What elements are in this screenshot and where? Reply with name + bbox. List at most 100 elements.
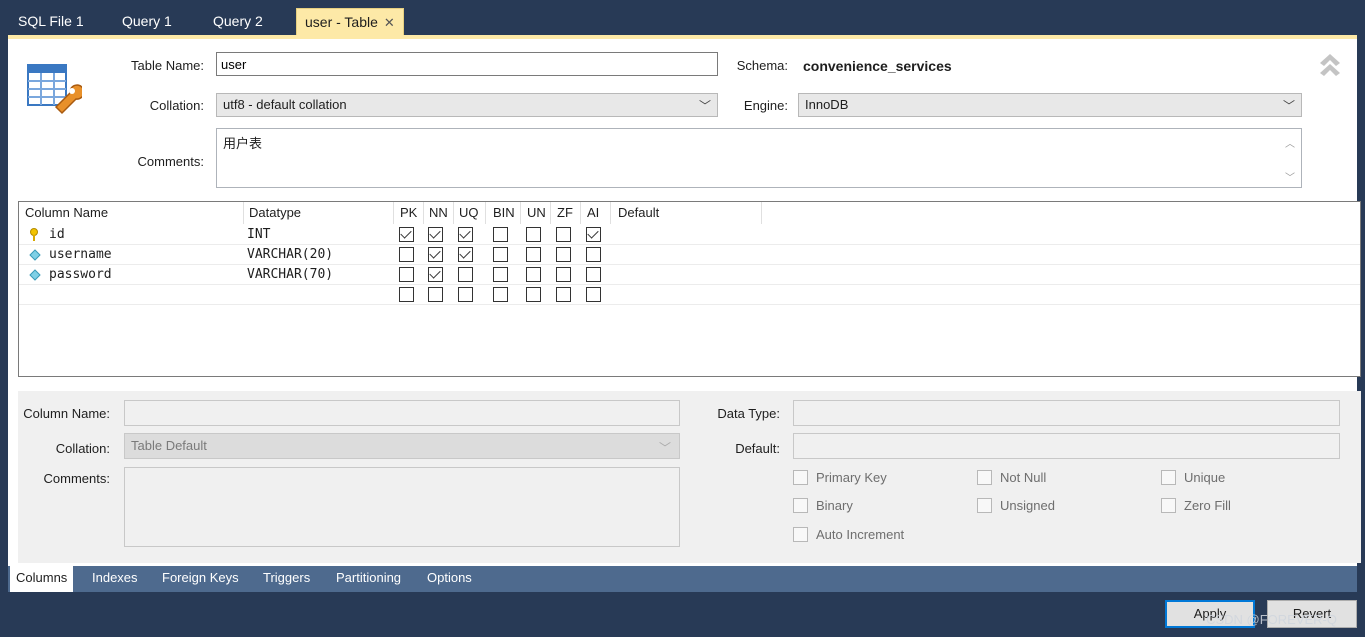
tab-triggers[interactable]: Triggers <box>257 566 316 592</box>
datatype-cell[interactable]: VARCHAR(70) <box>247 267 333 282</box>
checkbox-box <box>977 470 992 485</box>
header-nn[interactable]: NN <box>429 205 448 220</box>
table-row[interactable]: id INT <box>19 225 1360 245</box>
table-row[interactable] <box>19 285 1360 305</box>
comments-value: 用户表 <box>223 136 263 151</box>
table-wrench-icon <box>27 64 82 115</box>
checkbox-box <box>1161 498 1176 513</box>
engine-select[interactable]: InnoDB ﹀ <box>798 93 1302 117</box>
schema-value: convenience_services <box>803 58 952 74</box>
data-type-input[interactable] <box>793 400 1340 426</box>
pk-checkbox[interactable] <box>399 267 414 282</box>
bin-checkbox[interactable] <box>493 267 508 282</box>
engine-value: InnoDB <box>805 97 849 112</box>
header-uq[interactable]: UQ <box>459 205 479 220</box>
primary-key-checkbox[interactable]: Primary Key <box>793 470 887 485</box>
unsigned-checkbox[interactable]: Unsigned <box>977 498 1055 513</box>
tab-sql-file-1[interactable]: SQL File 1 <box>10 8 92 36</box>
header-default[interactable]: Default <box>618 205 659 220</box>
column-name-input[interactable] <box>124 400 680 426</box>
header-column-name[interactable]: Column Name <box>25 205 108 220</box>
zf-checkbox[interactable] <box>556 287 571 302</box>
tab-partitioning[interactable]: Partitioning <box>330 566 407 592</box>
column-name-cell[interactable]: password <box>49 267 112 282</box>
collation-value: utf8 - default collation <box>223 97 347 112</box>
un-checkbox[interactable] <box>526 287 541 302</box>
ai-checkbox[interactable] <box>586 247 601 262</box>
pk-checkbox[interactable] <box>399 247 414 262</box>
tab-label: Triggers <box>263 570 311 585</box>
nn-checkbox[interactable] <box>428 287 443 302</box>
auto-increment-checkbox[interactable]: Auto Increment <box>793 527 904 542</box>
tab-foreign-keys[interactable]: Foreign Keys <box>156 566 245 592</box>
ai-checkbox[interactable] <box>586 267 601 282</box>
tab-label: Query 2 <box>213 13 263 29</box>
column-collation-select[interactable]: Table Default ﹀ <box>124 433 680 459</box>
header-pk[interactable]: PK <box>400 205 417 220</box>
table-row[interactable]: password VARCHAR(70) <box>19 265 1360 285</box>
bin-checkbox[interactable] <box>493 287 508 302</box>
tab-indexes[interactable]: Indexes <box>86 566 144 592</box>
uq-checkbox[interactable] <box>458 227 473 242</box>
unique-checkbox[interactable]: Unique <box>1161 470 1225 485</box>
scroll-up-icon[interactable]: ︿ <box>1285 135 1295 150</box>
zero-fill-checkbox[interactable]: Zero Fill <box>1161 498 1231 513</box>
column-name-cell[interactable]: id <box>49 227 65 242</box>
un-checkbox[interactable] <box>526 227 541 242</box>
header-un[interactable]: UN <box>527 205 546 220</box>
datatype-cell[interactable]: INT <box>247 227 270 242</box>
uq-checkbox[interactable] <box>458 267 473 282</box>
header-ai[interactable]: AI <box>587 205 599 220</box>
header-bin[interactable]: BIN <box>493 205 515 220</box>
collation-select[interactable]: utf8 - default collation ﹀ <box>216 93 718 117</box>
datatype-cell[interactable]: VARCHAR(20) <box>247 247 333 262</box>
header-separator <box>520 202 521 224</box>
tab-options[interactable]: Options <box>421 566 478 592</box>
schema-label: Schema: <box>736 58 788 73</box>
bin-checkbox[interactable] <box>493 247 508 262</box>
column-comments-textarea[interactable] <box>124 467 680 547</box>
nn-checkbox[interactable] <box>428 227 443 242</box>
zf-checkbox[interactable] <box>556 227 571 242</box>
tab-query-1[interactable]: Query 1 <box>114 8 180 36</box>
header-datatype[interactable]: Datatype <box>249 205 301 220</box>
header-separator <box>423 202 424 224</box>
close-icon[interactable]: ✕ <box>384 15 395 30</box>
uq-checkbox[interactable] <box>458 287 473 302</box>
collation-label: Collation: <box>149 98 204 113</box>
scroll-down-icon[interactable]: ﹀ <box>1285 169 1295 184</box>
header-separator <box>243 202 244 224</box>
pk-checkbox[interactable] <box>399 227 414 242</box>
nn-checkbox[interactable] <box>428 247 443 262</box>
ai-checkbox[interactable] <box>586 227 601 242</box>
zero-fill-label: Zero Fill <box>1184 498 1231 513</box>
binary-checkbox[interactable]: Binary <box>793 498 853 513</box>
table-row[interactable]: username VARCHAR(20) <box>19 245 1360 265</box>
zf-checkbox[interactable] <box>556 247 571 262</box>
header-separator <box>580 202 581 224</box>
nn-checkbox[interactable] <box>428 267 443 282</box>
tab-columns[interactable]: Columns <box>10 566 74 592</box>
un-checkbox[interactable] <box>526 247 541 262</box>
header-zf[interactable]: ZF <box>557 205 573 220</box>
table-name-input[interactable] <box>216 52 718 76</box>
tab-label: Columns <box>16 570 68 585</box>
un-checkbox[interactable] <box>526 267 541 282</box>
comments-textarea[interactable]: 用户表 ︿ ﹀ <box>216 128 1302 188</box>
pk-checkbox[interactable] <box>399 287 414 302</box>
watermark-text: CSDN @FOREVER-Q <box>1206 612 1337 627</box>
default-input[interactable] <box>793 433 1340 459</box>
ai-checkbox[interactable] <box>586 287 601 302</box>
tab-query-2[interactable]: Query 2 <box>205 8 271 36</box>
uq-checkbox[interactable] <box>458 247 473 262</box>
header-separator <box>393 202 394 224</box>
bin-checkbox[interactable] <box>493 227 508 242</box>
column-name-cell[interactable]: username <box>49 247 112 262</box>
not-null-checkbox[interactable]: Not Null <box>977 470 1046 485</box>
tab-label: Partitioning <box>336 570 402 585</box>
tab-label: Foreign Keys <box>162 570 239 585</box>
zf-checkbox[interactable] <box>556 267 571 282</box>
tab-user-table[interactable]: user - Table ✕ <box>296 8 404 36</box>
tab-label: Options <box>427 570 472 585</box>
collapse-chevron-icon[interactable] <box>1317 51 1343 77</box>
